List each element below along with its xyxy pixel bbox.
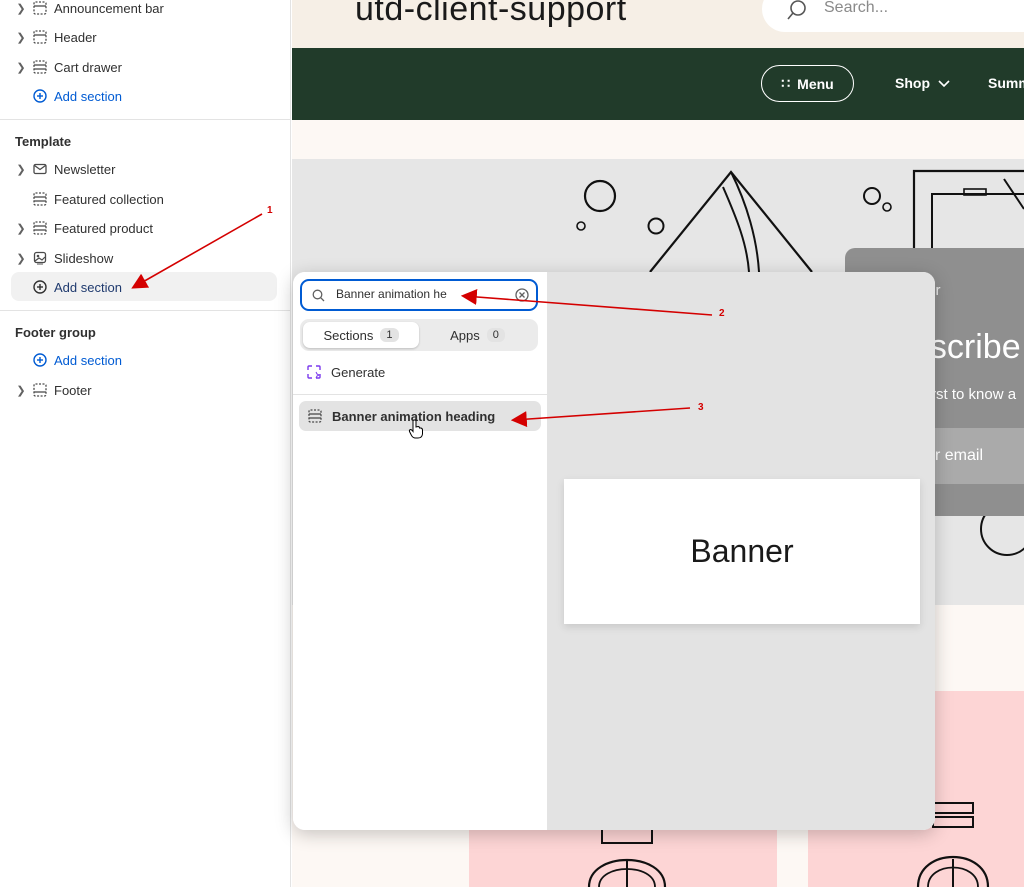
divider bbox=[0, 310, 290, 311]
tab-apps[interactable]: Apps 0 bbox=[420, 322, 535, 348]
sidebar-item-newsletter[interactable]: ❯ Newsletter bbox=[0, 156, 290, 182]
magic-generate-icon bbox=[307, 365, 321, 379]
divider bbox=[293, 394, 547, 395]
search-icon bbox=[312, 289, 325, 302]
sidebar-item-announcement-bar[interactable]: ❯ Announcement bar bbox=[0, 0, 290, 21]
grid-dots-icon: ∷ bbox=[781, 75, 790, 91]
add-section-popover: Sections 1 Apps 0 Generate Banner animat… bbox=[293, 272, 935, 830]
chevron-right-icon[interactable]: ❯ bbox=[16, 163, 26, 176]
envelope-icon bbox=[33, 163, 47, 175]
chevron-right-icon[interactable]: ❯ bbox=[16, 384, 26, 397]
plus-circle-icon bbox=[33, 280, 47, 294]
slideshow-icon bbox=[33, 251, 47, 265]
chevron-right-icon[interactable]: ❯ bbox=[16, 31, 26, 44]
store-search-field[interactable]: Search... bbox=[762, 0, 1024, 32]
sidebar-item-label: Footer bbox=[54, 382, 92, 398]
popup-text: rst to know a bbox=[931, 386, 1017, 403]
sidebar-item-footer[interactable]: ❯ Footer bbox=[0, 377, 290, 403]
sidebar-item-label: Header bbox=[54, 29, 97, 45]
sidebar-item-featured-collection[interactable]: Featured collection bbox=[0, 186, 290, 212]
chevron-right-icon[interactable]: ❯ bbox=[16, 2, 26, 15]
sidebar-item-header[interactable]: ❯ Header bbox=[0, 24, 290, 50]
sidebar-item-label: Slideshow bbox=[54, 250, 114, 266]
footer-icon bbox=[33, 383, 47, 397]
generate-label: Generate bbox=[331, 364, 386, 380]
annotation-number-3: 3 bbox=[698, 402, 704, 413]
nav-link-shop[interactable]: Shop bbox=[895, 75, 950, 91]
sidebar-item-slideshow[interactable]: ❯ Slideshow bbox=[0, 245, 290, 271]
picker-tabs: Sections 1 Apps 0 bbox=[300, 319, 538, 351]
product-icon bbox=[33, 221, 47, 235]
menu-button[interactable]: ∷ Menu bbox=[761, 65, 854, 102]
section-picker: Sections 1 Apps 0 Generate Banner animat… bbox=[293, 272, 548, 830]
menu-label: Menu bbox=[797, 75, 834, 92]
count-badge: 1 bbox=[380, 328, 399, 342]
nav-shop-label: Shop bbox=[895, 75, 930, 91]
sidebar-item-label: Featured collection bbox=[54, 191, 164, 207]
tab-label: Apps bbox=[450, 327, 480, 343]
chevron-right-icon[interactable]: ❯ bbox=[16, 222, 26, 235]
section-search-input[interactable] bbox=[336, 287, 506, 301]
hand-cursor-icon bbox=[408, 419, 423, 439]
chevron-right-icon[interactable]: ❯ bbox=[16, 252, 26, 265]
header-icon bbox=[33, 30, 47, 44]
sidebar-item-cart-drawer[interactable]: ❯ Cart drawer bbox=[0, 54, 290, 80]
sidebar-item-featured-product[interactable]: ❯ Featured product bbox=[0, 215, 290, 241]
section-search-field[interactable] bbox=[300, 279, 538, 311]
add-section-button-footer[interactable]: Add section bbox=[0, 347, 290, 373]
annotation-number-2: 2 bbox=[719, 308, 725, 319]
store-search-placeholder: Search... bbox=[824, 0, 889, 16]
sidebar-item-label: Cart drawer bbox=[54, 59, 122, 75]
chevron-right-icon[interactable]: ❯ bbox=[16, 61, 26, 74]
add-section-button-header[interactable]: Add section bbox=[0, 83, 290, 109]
editor-sidebar: ❯ Announcement bar ❯ Header ❯ Cart drawe… bbox=[0, 0, 291, 887]
store-header: utd-client-support Search... bbox=[292, 0, 1024, 48]
clear-search-icon[interactable] bbox=[515, 288, 529, 302]
sidebar-item-label: Newsletter bbox=[54, 161, 116, 177]
generate-button[interactable]: Generate bbox=[300, 360, 538, 384]
search-icon bbox=[787, 0, 806, 20]
tab-label: Sections bbox=[323, 327, 374, 343]
collection-icon bbox=[33, 192, 47, 206]
section-preview-card: Banner bbox=[564, 479, 920, 624]
store-title[interactable]: utd-client-support bbox=[355, 0, 627, 29]
cart-drawer-icon bbox=[33, 60, 47, 74]
add-section-button-template[interactable]: Add section bbox=[0, 274, 290, 300]
plus-circle-icon bbox=[33, 89, 47, 103]
chevron-down-icon bbox=[938, 80, 950, 88]
tab-sections[interactable]: Sections 1 bbox=[303, 322, 419, 348]
store-nav-bar: ∷ Menu Shop Summ bbox=[292, 48, 1024, 120]
popup-email-placeholder: r email bbox=[935, 447, 984, 464]
group-title-footer: Footer group bbox=[15, 325, 96, 340]
announcement-bar-icon bbox=[33, 1, 47, 15]
group-title-template: Template bbox=[15, 134, 72, 149]
count-badge: 0 bbox=[486, 328, 505, 342]
nav-link-next[interactable]: Summ bbox=[988, 75, 1024, 91]
divider bbox=[0, 119, 290, 120]
sidebar-item-label: Announcement bar bbox=[54, 0, 164, 16]
add-section-label: Add section bbox=[54, 352, 122, 368]
plus-circle-icon bbox=[33, 353, 47, 367]
add-section-label: Add section bbox=[54, 88, 122, 104]
section-preview-pane: Banner bbox=[548, 272, 935, 830]
add-section-label: Add section bbox=[54, 279, 122, 295]
sidebar-item-label: Featured product bbox=[54, 220, 154, 236]
section-layout-icon bbox=[308, 409, 322, 423]
annotation-number-1: 1 bbox=[267, 205, 273, 216]
